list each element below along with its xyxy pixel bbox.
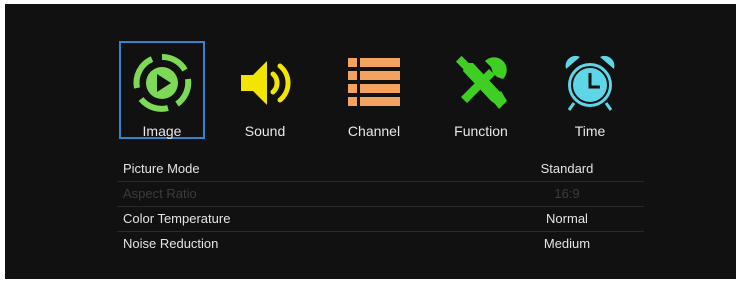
setting-name: Color Temperature	[123, 211, 231, 226]
setting-row-color-temperature[interactable]: Color Temperature Normal	[117, 207, 644, 232]
alarm-clock-icon	[560, 53, 620, 113]
tools-icon	[451, 53, 511, 113]
setting-value[interactable]: Medium	[487, 236, 647, 251]
speaker-icon	[235, 53, 295, 113]
tab-function-label: Function	[454, 123, 508, 139]
setting-value: 16:9	[554, 186, 580, 201]
setting-value[interactable]: Standard	[487, 161, 647, 176]
tab-image-label: Image	[142, 123, 182, 139]
tab-sound[interactable]: Sound	[222, 41, 308, 139]
tab-function[interactable]: Function	[438, 41, 524, 139]
tab-time-label: Time	[574, 123, 606, 139]
settings-list: Picture Mode Standard Aspect Ratio 16:9 …	[117, 157, 644, 256]
setting-row-picture-mode[interactable]: Picture Mode Standard	[117, 157, 644, 182]
tab-sound-label: Sound	[244, 123, 286, 139]
setting-name: Aspect Ratio	[123, 186, 197, 201]
tab-channel[interactable]: Channel	[331, 41, 417, 139]
tab-channel-label: Channel	[347, 123, 401, 139]
list-icon	[344, 53, 404, 113]
tab-time[interactable]: Time	[547, 41, 633, 139]
setting-name: Picture Mode	[123, 161, 200, 176]
setting-row-aspect-ratio: Aspect Ratio 16:9	[117, 182, 644, 207]
play-circle-icon	[132, 53, 192, 113]
setting-name: Noise Reduction	[123, 236, 219, 251]
setting-value[interactable]: Normal	[487, 211, 647, 226]
tv-menu-screen: Image Sound Channel Function Time Pictur…	[5, 4, 736, 279]
setting-row-noise-reduction[interactable]: Noise Reduction Medium	[117, 232, 644, 256]
category-tabs: Image Sound Channel Function Time	[115, 41, 645, 141]
tab-image[interactable]: Image	[119, 41, 205, 139]
